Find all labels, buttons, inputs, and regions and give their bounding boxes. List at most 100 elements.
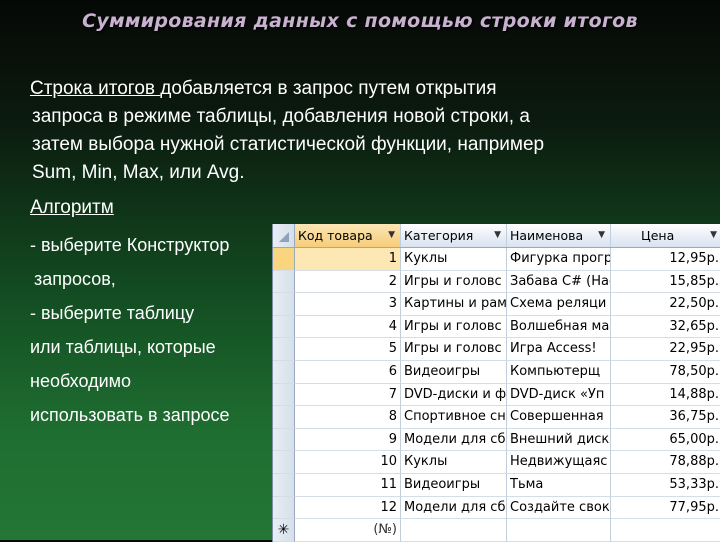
row-selector[interactable] (273, 338, 295, 361)
row-selector[interactable] (273, 496, 295, 520)
cell-category[interactable]: Игры и головс (401, 315, 507, 339)
table-row[interactable]: 12 Модели для сб Создайте свок 77,95р. (273, 496, 720, 520)
cell-price[interactable]: 15,85р. (611, 271, 720, 294)
row-selector[interactable] (273, 451, 295, 474)
step-line: запросов, (34, 269, 116, 289)
cell-price[interactable]: 65,00р. (611, 429, 720, 452)
cell-product-code[interactable]: 1 (295, 248, 401, 271)
paragraph-line-4: Sum, Min, Max, или Avg. (32, 162, 245, 183)
cell-product-code[interactable]: 5 (295, 338, 401, 361)
cell-name[interactable]: Игра Access! (507, 338, 611, 361)
cell-price[interactable]: 32,65р. (611, 316, 720, 339)
cell-price[interactable]: 36,75р. (611, 406, 720, 429)
table-row[interactable]: 5 Игры и головс Игра Access! 22,95р. (273, 338, 720, 361)
datasheet-grid: Код товара ▼ Категория ▼ Наименова ▼ Цена ▼ … (272, 224, 720, 542)
table-row[interactable]: 6 Видеоигры Компьютерщ 78,50р. (273, 360, 720, 384)
column-header-product-code[interactable]: Код товара ▼ (295, 224, 401, 247)
table-row[interactable]: 9 Модели для сб Внешний диск 65,00р. (273, 428, 720, 452)
cell-price[interactable]: 53,33р. (611, 474, 720, 497)
row-selector[interactable] (273, 270, 295, 294)
column-header-name[interactable]: Наименова ▼ (507, 224, 611, 247)
cell-price[interactable]: 22,95р. (611, 338, 720, 361)
cell-product-code-new[interactable]: (№) (295, 519, 401, 542)
cell-price[interactable]: 12,95р. (611, 248, 720, 271)
cell-category[interactable]: DVD-диски и ф (401, 383, 507, 407)
cell-name[interactable]: Недвижущаяс (507, 451, 611, 474)
cell-category[interactable]: Видеоигры (401, 473, 507, 497)
cell-category[interactable]: Игры и головс (401, 338, 507, 361)
cell-name[interactable]: Фигурка прогр (507, 248, 611, 271)
table-row[interactable]: 4 Игры и головс Волшебная ма 32,65р. (273, 315, 720, 339)
row-selector[interactable] (273, 383, 295, 407)
algorithm-heading: Алгоритм (30, 197, 114, 218)
row-selector[interactable] (273, 428, 295, 452)
cell-category[interactable]: Модели для сб (401, 496, 507, 520)
column-header-price[interactable]: Цена ▼ (611, 224, 720, 247)
cell-product-code[interactable]: 8 (295, 406, 401, 429)
row-selector[interactable] (273, 406, 295, 429)
row-selector[interactable] (273, 473, 295, 497)
cell-product-code[interactable]: 6 (295, 360, 401, 384)
intro-paragraph: Строка итогов добавляется в запрос путем… (30, 75, 700, 187)
new-record-row[interactable]: ✳ (№) (273, 519, 720, 542)
cell-category-new[interactable] (401, 519, 507, 542)
cell-category[interactable]: Куклы (401, 248, 507, 271)
cell-name[interactable]: Тьма (507, 473, 611, 497)
cell-price[interactable]: 14,88р. (611, 384, 720, 407)
cell-price-new[interactable] (611, 519, 720, 542)
cell-category[interactable]: Видеоигры (401, 360, 507, 384)
chevron-down-icon[interactable]: ▼ (388, 224, 397, 247)
cell-price[interactable]: 78,50р. (611, 361, 720, 384)
cell-name[interactable]: Совершенная (507, 406, 611, 429)
chevron-down-icon[interactable]: ▼ (598, 224, 607, 247)
cell-product-code[interactable]: 10 (295, 451, 401, 474)
cell-name[interactable]: Волшебная ма (507, 315, 611, 339)
cell-category[interactable]: Спортивное сн (401, 406, 507, 429)
cell-name[interactable]: Внешний диск (507, 428, 611, 452)
cell-product-code[interactable]: 2 (295, 270, 401, 294)
paragraph-line-2: запроса в режиме таблицы, добавления нов… (32, 106, 530, 127)
table-row[interactable]: 3 Картины и рам Схема реляци 22,50р. (273, 293, 720, 316)
cell-category[interactable]: Модели для сб (401, 428, 507, 452)
cell-name[interactable]: Компьютерщ (507, 360, 611, 384)
cell-product-code[interactable]: 9 (295, 428, 401, 452)
paragraph-line-1: Строка итогов добавляется в запрос путем… (30, 75, 700, 103)
chevron-down-icon[interactable]: ▼ (494, 224, 503, 247)
cell-product-code[interactable]: 12 (295, 496, 401, 520)
new-record-icon: ✳ (273, 519, 295, 542)
step-line: необходимо (30, 371, 132, 391)
table-row[interactable]: 11 Видеоигры Тьма 53,33р. (273, 473, 720, 497)
table-row[interactable]: 2 Игры и головс Забава C# (Нас 15,85р. (273, 270, 720, 294)
table-row[interactable]: 8 Спортивное сн Совершенная 36,75р. (273, 406, 720, 429)
table-row[interactable]: 7 DVD-диски и ф DVD-диск «Уп 14,88р. (273, 383, 720, 407)
paragraph-line-1-rest: добавляется в запрос путем открытия (160, 78, 497, 99)
table-row[interactable]: 1 Куклы Фигурка прогр 12,95р. (273, 248, 720, 271)
cell-product-code[interactable]: 11 (295, 473, 401, 497)
cell-name[interactable]: Создайте свок (507, 496, 611, 520)
cell-category[interactable]: Игры и головс (401, 270, 507, 294)
cell-category[interactable]: Картины и рам (401, 293, 507, 316)
cell-price[interactable]: 22,50р. (611, 293, 720, 316)
cell-product-code[interactable]: 3 (295, 293, 401, 316)
row-selector[interactable] (273, 293, 295, 316)
cell-product-code[interactable]: 7 (295, 383, 401, 407)
step-line: - выберите Конструктор (30, 235, 230, 255)
chevron-down-icon[interactable]: ▼ (710, 224, 719, 247)
cell-category[interactable]: Куклы (401, 451, 507, 474)
cell-name[interactable]: Забава C# (Нас (507, 270, 611, 294)
table-row[interactable]: 10 Куклы Недвижущаяс 78,88р. (273, 451, 720, 474)
slide-title: Суммирования данных с помощью строки ито… (82, 10, 638, 32)
cell-name[interactable]: DVD-диск «Уп (507, 383, 611, 407)
column-header-category[interactable]: Категория ▼ (401, 224, 507, 247)
cell-price[interactable]: 78,88р. (611, 451, 720, 474)
algorithm-steps: - выберите Конструктор запросов, - выбер… (30, 228, 230, 432)
cell-price[interactable]: 77,95р. (611, 497, 720, 520)
cell-name[interactable]: Схема реляци (507, 293, 611, 316)
row-selector[interactable] (273, 248, 295, 271)
row-selector[interactable] (273, 360, 295, 384)
cell-product-code[interactable]: 4 (295, 315, 401, 339)
select-all-corner[interactable] (273, 224, 295, 247)
cell-name-new[interactable] (507, 519, 611, 542)
row-selector[interactable] (273, 315, 295, 339)
step-line: - выберите таблицу (30, 303, 195, 323)
